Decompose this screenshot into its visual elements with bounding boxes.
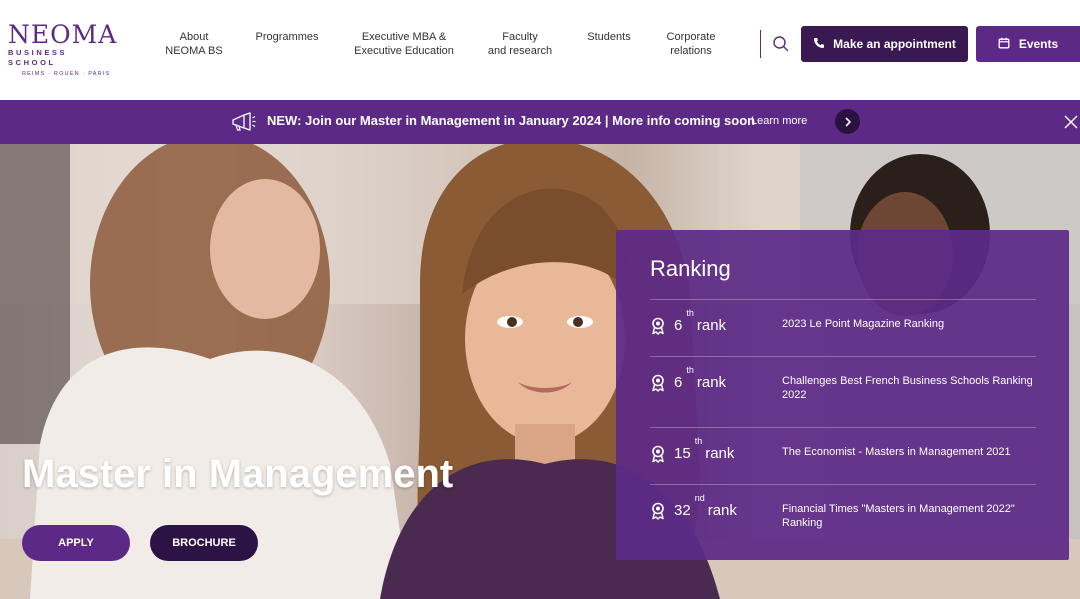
close-icon[interactable]: [1062, 113, 1080, 131]
make-appointment-button[interactable]: Make an appointment: [801, 26, 968, 62]
phone-icon: [813, 37, 825, 52]
hero-section: Master in Management APPLY BROCHURE Rank…: [0, 144, 1080, 599]
rank-description: Financial Times "Masters in Management 2…: [782, 503, 1015, 529]
announcement-banner: NEW: Join our Master in Management in Ja…: [0, 100, 1080, 144]
nav-item-executive-education[interactable]: Executive MBA & Executive Education: [336, 30, 472, 60]
ranking-card: Ranking 6thrank 2023 Le Point Magazine R…: [616, 230, 1069, 560]
megaphone-icon: [230, 111, 256, 133]
ranking-item: 6thrank Challenges Best French Business …: [650, 356, 1036, 427]
award-icon: [650, 445, 666, 463]
ranking-item: 32ndrank Financial Times "Masters in Man…: [650, 484, 1036, 544]
nav-divider: [760, 30, 761, 58]
rank-value: 6thrank: [674, 365, 727, 391]
ranking-item: 6thrank 2023 Le Point Magazine Ranking: [650, 299, 1036, 356]
rank-description: The Economist - Masters in Management 20…: [782, 446, 1011, 458]
logo-cities: REIMS · ROUEN · PARIS: [22, 71, 111, 77]
award-icon: [650, 317, 666, 335]
nav-item-students[interactable]: Students: [568, 30, 650, 60]
rank-value: 6thrank: [674, 308, 727, 334]
search-icon[interactable]: [770, 33, 792, 55]
ranking-title: Ranking: [650, 256, 731, 281]
chevron-right-icon[interactable]: [835, 109, 860, 134]
events-label: Events: [1018, 37, 1059, 51]
nav-item-programmes[interactable]: Programmes: [238, 30, 336, 60]
events-button[interactable]: Events: [976, 26, 1080, 62]
ranking-item: 15thrank The Economist - Masters in Mana…: [650, 427, 1036, 484]
hero-title: Master in Management: [22, 452, 454, 496]
nav-item-faculty-research[interactable]: Faculty and research: [472, 30, 568, 60]
rank-description: Challenges Best French Business Schools …: [782, 375, 1033, 401]
learn-more-link[interactable]: Learn more: [751, 115, 807, 127]
rank-description: 2023 Le Point Magazine Ranking: [782, 318, 945, 330]
brochure-button[interactable]: BROCHURE: [150, 525, 258, 561]
nav-item-about[interactable]: About NEOMA BS: [150, 30, 238, 60]
rank-value: 32ndrank: [674, 493, 737, 519]
banner-message: NEW: Join our Master in Management in Ja…: [267, 113, 756, 128]
award-icon: [650, 374, 666, 392]
neoma-logo[interactable]: NEOMA BUSINESS SCHOOL REIMS · ROUEN · PA…: [8, 20, 118, 78]
award-icon: [650, 502, 666, 520]
main-nav: About NEOMA BS Programmes Executive MBA …: [150, 30, 732, 60]
site-header: NEOMA BUSINESS SCHOOL REIMS · ROUEN · PA…: [0, 0, 1080, 100]
logo-subtitle: BUSINESS SCHOOL: [8, 48, 68, 67]
apply-button[interactable]: APPLY: [22, 525, 130, 561]
rank-value: 15thrank: [674, 436, 735, 462]
logo-wordmark: NEOMA: [8, 20, 118, 49]
calendar-icon: [998, 37, 1010, 52]
make-appointment-label: Make an appointment: [833, 37, 956, 51]
nav-item-corporate-relations[interactable]: Corporate relations: [650, 30, 732, 60]
